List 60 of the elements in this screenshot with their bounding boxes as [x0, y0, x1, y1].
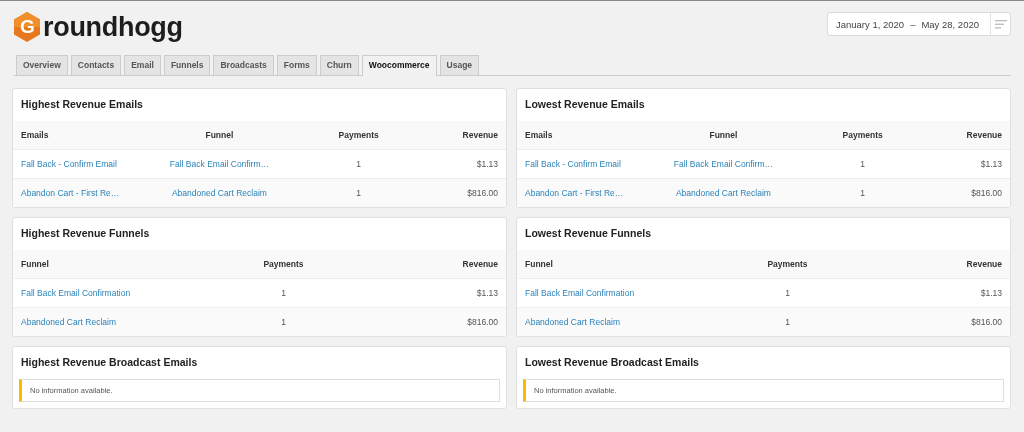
- table-cell: 1: [785, 288, 790, 298]
- table-cell: 1: [281, 317, 286, 327]
- table-link[interactable]: Fall Back Email Confirmation: [525, 288, 635, 298]
- column-header: Emails: [517, 121, 657, 150]
- tab[interactable]: Woocommerce: [361, 55, 437, 76]
- logo-wordmark: roundhogg: [43, 11, 183, 43]
- table-cell: 1: [356, 188, 361, 198]
- panel-title: Lowest Revenue Broadcast Emails: [524, 355, 700, 370]
- tab[interactable]: Forms: [276, 55, 317, 75]
- lines-icon: [994, 19, 1007, 29]
- column-header: Payments: [790, 121, 935, 150]
- tab[interactable]: Churn: [319, 55, 359, 75]
- logo-hexagon-icon: [12, 11, 42, 43]
- table-cell: $816.00: [971, 317, 1002, 327]
- table-link[interactable]: Fall Back - Confirm Email: [21, 159, 117, 169]
- panel-title: Highest Revenue Broadcast Emails: [20, 355, 199, 370]
- table-cell: $1.13: [476, 288, 498, 298]
- column-header: Payments: [191, 250, 376, 279]
- tab[interactable]: Broadcasts: [213, 55, 274, 75]
- tab[interactable]: Contacts: [70, 55, 122, 75]
- table-link[interactable]: Abandoned Cart Reclaim: [21, 317, 116, 327]
- tab[interactable]: Usage: [439, 55, 480, 75]
- table-cell: $1.13: [980, 159, 1002, 169]
- table-cell: $816.00: [971, 188, 1002, 198]
- tab[interactable]: Email: [124, 55, 161, 75]
- column-header: Revenue: [375, 250, 506, 279]
- panel-title: Highest Revenue Emails: [20, 97, 144, 112]
- table-cell: $816.00: [467, 317, 498, 327]
- panel-title: Lowest Revenue Emails: [524, 97, 646, 112]
- panel-title: Highest Revenue Funnels: [20, 226, 151, 241]
- table-cell: 1: [860, 188, 865, 198]
- tab[interactable]: Funnels: [163, 55, 211, 75]
- table-cell: $816.00: [467, 188, 498, 198]
- table-cell: 1: [785, 317, 790, 327]
- table-link[interactable]: Abandoned Cart Reclaim: [525, 317, 620, 327]
- start-date: January 1, 2020: [836, 18, 905, 30]
- table-link[interactable]: Fall Back Email Confirm…: [169, 159, 269, 169]
- column-header: Revenue: [879, 250, 1010, 279]
- column-header: Revenue: [934, 121, 1010, 150]
- table-link[interactable]: Fall Back Email Confirm…: [673, 159, 773, 169]
- column-header: Funnel: [517, 250, 696, 279]
- column-header: Payments: [286, 121, 431, 150]
- column-header: Funnel: [656, 121, 791, 150]
- table-link[interactable]: Fall Back - Confirm Email: [525, 159, 621, 169]
- table-cell: 1: [356, 159, 361, 169]
- date-separator: –: [910, 18, 916, 30]
- end-date: May 28, 2020: [921, 18, 979, 30]
- table-link[interactable]: Fall Back Email Confirmation: [21, 288, 131, 298]
- table-cell: 1: [281, 288, 286, 298]
- column-header: Funnel: [152, 121, 287, 150]
- table-cell: $1.13: [980, 288, 1002, 298]
- table-cell: 1: [860, 159, 865, 169]
- logo-mark: G: [20, 18, 35, 36]
- table-cell: $1.13: [476, 159, 498, 169]
- panel-title: Lowest Revenue Funnels: [524, 226, 653, 241]
- column-header: Revenue: [430, 121, 506, 150]
- tab[interactable]: Overview: [16, 55, 68, 75]
- column-header: Funnel: [13, 250, 192, 279]
- column-header: Payments: [695, 250, 880, 279]
- column-header: Emails: [13, 121, 153, 150]
